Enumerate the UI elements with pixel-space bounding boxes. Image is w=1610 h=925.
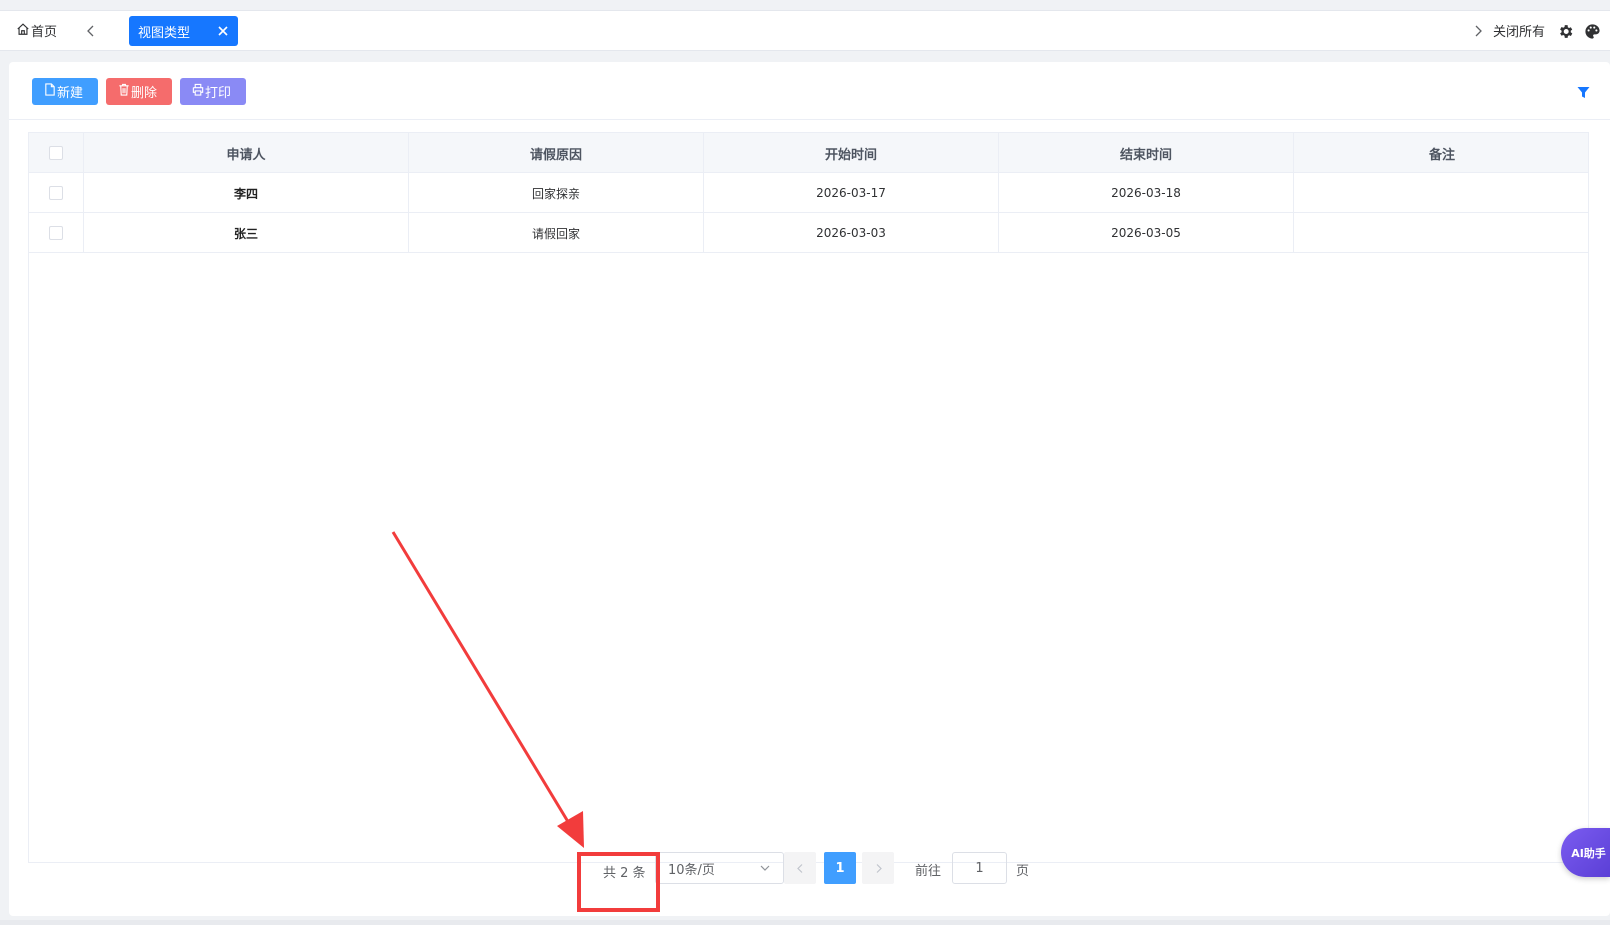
page-size-select[interactable]: 10条/页 (655, 852, 784, 884)
print-button-label: 打印 (205, 86, 232, 101)
start-time-cell: 2026-03-03 (704, 213, 999, 253)
main-panel: 新建 删除 打印 申请人 请假原因 开始时间 结束时间 备注 李四 回家探亲 2… (9, 62, 1610, 916)
home-tab[interactable]: 首页 (16, 21, 57, 40)
applicant-cell: 张三 (84, 213, 409, 253)
chevron-left-icon (796, 863, 802, 873)
chevron-right-icon (876, 863, 882, 873)
end-time-cell: 2026-03-18 (999, 173, 1294, 213)
delete-button[interactable]: 删除 (106, 78, 172, 105)
header-checkbox-cell (29, 133, 84, 173)
table-header-row: 申请人 请假原因 开始时间 结束时间 备注 (29, 133, 1588, 173)
toolbar: 新建 删除 打印 (9, 62, 1610, 120)
select-all-checkbox[interactable] (49, 146, 63, 160)
pagination: 共 2 条 10条/页 1 前往 1 页 (9, 852, 1610, 888)
gear-icon[interactable] (1557, 23, 1574, 40)
home-tab-label: 首页 (31, 25, 58, 40)
next-page-button[interactable] (862, 852, 894, 884)
annotation-highlight-box (577, 852, 660, 912)
note-cell (1294, 173, 1590, 213)
row-checkbox-cell (29, 213, 84, 253)
tab-view-type[interactable]: 视图类型 (129, 16, 238, 46)
column-header[interactable]: 备注 (1294, 133, 1590, 173)
palette-icon[interactable] (1584, 23, 1601, 40)
end-time-cell: 2026-03-05 (999, 213, 1294, 253)
row-checkbox[interactable] (49, 186, 63, 200)
reason-cell: 回家探亲 (409, 173, 704, 213)
table-row[interactable]: 李四 回家探亲 2026-03-17 2026-03-18 (29, 173, 1588, 213)
scroll-right-icon[interactable] (1471, 23, 1485, 37)
column-header[interactable]: 结束时间 (999, 133, 1294, 173)
tab-view-type-label: 视图类型 (138, 25, 191, 41)
home-icon (16, 22, 31, 40)
goto-label: 前往 (915, 864, 942, 879)
close-all-button[interactable]: 关闭所有 (1493, 21, 1545, 40)
column-header[interactable]: 开始时间 (704, 133, 999, 173)
page-number-button[interactable]: 1 (824, 852, 856, 884)
prev-page-button[interactable] (784, 852, 816, 884)
goto-suffix: 页 (1016, 864, 1030, 879)
trash-icon (118, 83, 131, 100)
column-header[interactable]: 请假原因 (409, 133, 704, 173)
applicant-cell: 李四 (84, 173, 409, 213)
document-icon (44, 83, 57, 100)
tab-bar: 首页 视图类型 关闭所有 (0, 10, 1610, 51)
print-button[interactable]: 打印 (180, 78, 246, 105)
page-size-value: 10条/页 (668, 862, 715, 878)
table-row[interactable]: 张三 请假回家 2026-03-03 2026-03-05 (29, 213, 1588, 253)
ai-helper-button[interactable]: AI助手 (1561, 828, 1610, 877)
filter-icon[interactable] (1577, 84, 1590, 98)
reason-cell: 请假回家 (409, 213, 704, 253)
note-cell (1294, 213, 1590, 253)
data-table: 申请人 请假原因 开始时间 结束时间 备注 李四 回家探亲 2026-03-17… (28, 132, 1589, 863)
new-button-label: 新建 (57, 86, 84, 101)
row-checkbox[interactable] (49, 226, 63, 240)
delete-button-label: 删除 (131, 86, 158, 101)
bottom-edge (0, 920, 1610, 925)
start-time-cell: 2026-03-17 (704, 173, 999, 213)
chevron-down-icon (759, 862, 771, 874)
row-checkbox-cell (29, 173, 84, 213)
printer-icon (192, 83, 205, 100)
new-button[interactable]: 新建 (32, 78, 98, 105)
scroll-left-icon[interactable] (84, 23, 98, 37)
column-header[interactable]: 申请人 (84, 133, 409, 173)
goto-page-input[interactable]: 1 (952, 852, 1007, 884)
close-icon[interactable] (216, 24, 230, 38)
